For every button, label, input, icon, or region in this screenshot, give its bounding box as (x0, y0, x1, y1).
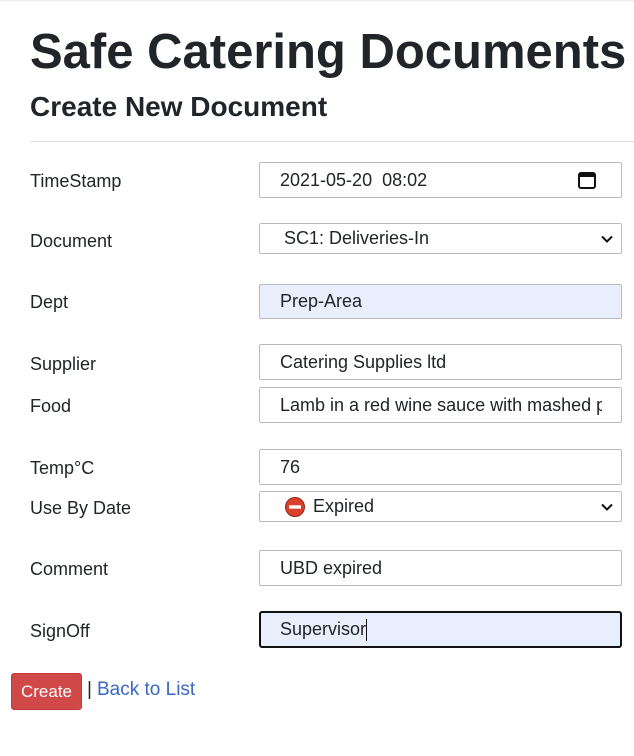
no-entry-icon (285, 496, 305, 517)
signoff-label: SignOff (30, 621, 90, 641)
dept-label: Dept (30, 292, 69, 312)
document-select[interactable]: SC1: Deliveries-In (259, 223, 622, 254)
comment-value: UBD expired (280, 557, 383, 578)
dept-value: Prep-Area (280, 291, 363, 311)
use-by-date-select[interactable]: Expired (259, 491, 622, 522)
action-separator: | (87, 679, 92, 700)
comment-label: Comment (30, 559, 109, 579)
text-cursor (366, 618, 368, 641)
signoff-value: Supervisor (280, 619, 367, 639)
document-selected-value: SC1: Deliveries-In (284, 228, 430, 248)
calendar-icon[interactable] (577, 170, 597, 190)
page-subtitle: Create New Document (30, 91, 328, 122)
timestamp-value: 2021-05-20 08:02 (280, 169, 428, 190)
use-by-date-selected-value: Expired (313, 496, 375, 516)
temp-input[interactable]: 76 (259, 449, 622, 485)
food-label: Food (30, 396, 72, 416)
food-value: Lamb in a red wine sauce with mashed pot… (280, 394, 602, 415)
window-top-edge (0, 0, 634, 2)
chevron-down-icon (601, 235, 613, 243)
create-button[interactable]: Create (11, 673, 82, 710)
comment-input[interactable]: UBD expired (259, 550, 622, 586)
food-input[interactable]: Lamb in a red wine sauce with mashed pot… (259, 387, 622, 423)
page-title: Safe Catering Documents (30, 25, 627, 79)
supplier-value: Catering Supplies ltd (280, 351, 447, 372)
timestamp-input[interactable]: 2021-05-20 08:02 (259, 162, 622, 198)
supplier-label: Supplier (30, 354, 97, 374)
signoff-input[interactable]: Supervisor (259, 611, 622, 648)
header-divider (30, 141, 634, 142)
supplier-input[interactable]: Catering Supplies ltd (259, 344, 622, 380)
back-to-list-link[interactable]: Back to List (97, 677, 195, 703)
dept-input[interactable]: Prep-Area (259, 284, 622, 319)
chevron-down-icon (601, 503, 613, 511)
timestamp-label: TimeStamp (30, 171, 122, 191)
document-label: Document (30, 231, 113, 251)
temp-label: Temp°C (30, 458, 95, 478)
use-by-date-label: Use By Date (30, 498, 132, 518)
temp-value: 76 (280, 456, 301, 477)
